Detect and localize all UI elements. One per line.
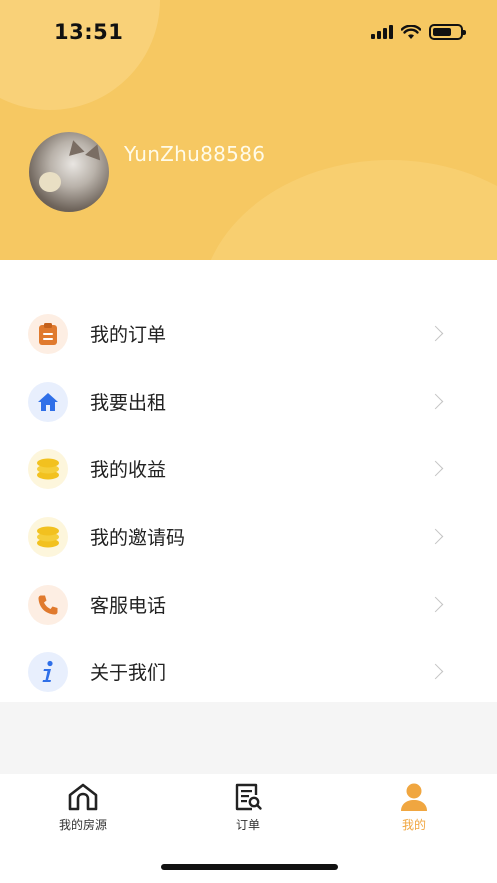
menu-item-earnings[interactable]: 我的收益 — [0, 435, 497, 502]
home-indicator — [161, 864, 338, 870]
header-decoration — [200, 160, 497, 260]
clipboard-icon — [28, 313, 68, 354]
chevron-right-icon — [427, 325, 444, 342]
chevron-right-icon — [427, 528, 444, 545]
phone-icon — [28, 584, 68, 625]
tab-orders[interactable]: 订单 — [198, 782, 298, 833]
info-icon — [28, 651, 68, 692]
menu-item-rent-out[interactable]: 我要出租 — [0, 368, 497, 435]
menu-item-label: 我的订单 — [90, 324, 167, 346]
profile-header: 13:51 YunZhu88586 — [0, 0, 497, 260]
menu-item-orders[interactable]: 我的订单 — [0, 300, 497, 367]
menu-item-label: 关于我们 — [90, 662, 167, 684]
home-outline-icon — [68, 783, 98, 811]
person-icon — [401, 783, 427, 811]
status-time: 13:51 — [54, 20, 124, 44]
signal-icon — [371, 25, 393, 39]
chevron-right-icon — [427, 596, 444, 613]
menu-item-customer-service[interactable]: 客服电话 — [0, 571, 497, 638]
house-icon — [28, 381, 68, 422]
menu-item-label: 我的收益 — [90, 459, 167, 481]
tab-label: 我的房源 — [58, 818, 107, 832]
avatar[interactable] — [29, 132, 109, 212]
status-icons — [371, 24, 466, 40]
menu-item-invite-code[interactable]: 我的邀请码 — [0, 503, 497, 570]
wifi-icon — [401, 24, 421, 39]
order-search-icon — [235, 783, 262, 811]
menu-item-label: 我要出租 — [90, 392, 167, 414]
tab-my-listings[interactable]: 我的房源 — [33, 782, 133, 833]
chevron-right-icon — [427, 663, 444, 680]
menu-item-label: 我的邀请码 — [90, 527, 186, 549]
menu-item-label: 客服电话 — [90, 595, 167, 617]
menu-item-about-us[interactable]: 关于我们 — [0, 638, 497, 705]
coins-icon — [28, 516, 68, 557]
chevron-right-icon — [427, 393, 444, 410]
coins-icon — [28, 448, 68, 489]
chevron-right-icon — [427, 460, 444, 477]
header-decoration — [0, 0, 160, 110]
tab-mine[interactable]: 我的 — [364, 782, 464, 833]
tab-label: 我的 — [401, 818, 426, 832]
menu-list: 我的订单 我要出租 我的收益 我的邀请码 客服电话 关于我们 — [0, 260, 497, 702]
username: YunZhu88586 — [124, 142, 266, 166]
tab-label: 订单 — [235, 818, 260, 832]
battery-icon — [429, 24, 466, 40]
